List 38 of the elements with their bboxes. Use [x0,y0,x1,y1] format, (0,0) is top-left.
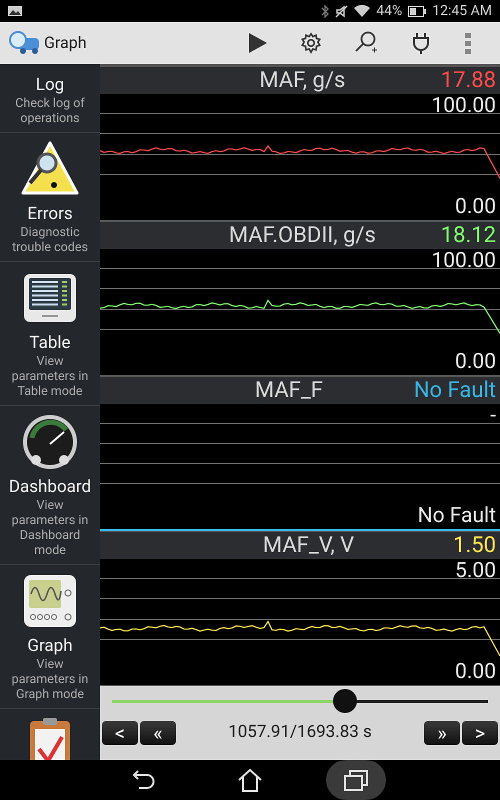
sidebar-item[interactable]: Dashboard View parameters in Dashboard mode [0,406,100,565]
item-description: Check log of operations [14,96,86,126]
sidebar-item[interactable]: Graph View parameters in Graph mode [0,565,100,709]
parameter-value: 1.50 [453,534,496,556]
item-title: Table [29,332,71,354]
sidebar-item[interactable]: Table View parameters in Table mode [0,262,100,406]
forward-button[interactable]: > [462,720,498,745]
parameter-name: MAF_F [254,380,324,402]
item-title: Log [36,74,64,96]
axis-max-label: 100.00 [431,251,496,272]
item-description: View parameters in Graph mode [10,657,90,702]
battery-percent: 44% [376,2,402,20]
parameter-name: MAF_V, V [262,534,356,556]
item-title: Dashboard [8,476,92,498]
time-position: 1057.91/1693.83 s [227,721,373,744]
app-title: Graph [44,32,88,54]
parameter-name: MAF.OBDII, g/s [228,224,377,246]
parameter-value: 17.88 [440,70,496,92]
rewind-button[interactable]: < [102,720,138,745]
item-title: Errors [27,203,73,225]
parameter-value: No Fault [414,380,496,402]
axis-max-label: - [490,406,496,427]
clock: 12:45 AM [432,2,492,20]
sidebar-item[interactable]: Errors Diagnostic trouble codes [0,133,100,262]
rewind-button[interactable]: « [140,720,176,745]
item-description: View parameters in Table mode [10,354,90,399]
axis-max-label: 100.00 [431,96,496,117]
item-description: Diagnostic trouble codes [11,225,89,255]
axis-min-label: No Fault [418,506,496,527]
axis-min-label: 0.00 [455,662,496,683]
axis-max-label: 5.00 [455,561,496,582]
axis-min-label: 0.00 [455,352,496,373]
parameter-name: MAF, g/s [258,70,346,92]
item-description: View parameters in Dashboard mode [10,498,90,558]
forward-button[interactable]: » [424,720,460,745]
item-title: Graph [27,635,73,657]
axis-min-label: 0.00 [455,197,496,218]
parameter-value: 18.12 [440,224,496,246]
